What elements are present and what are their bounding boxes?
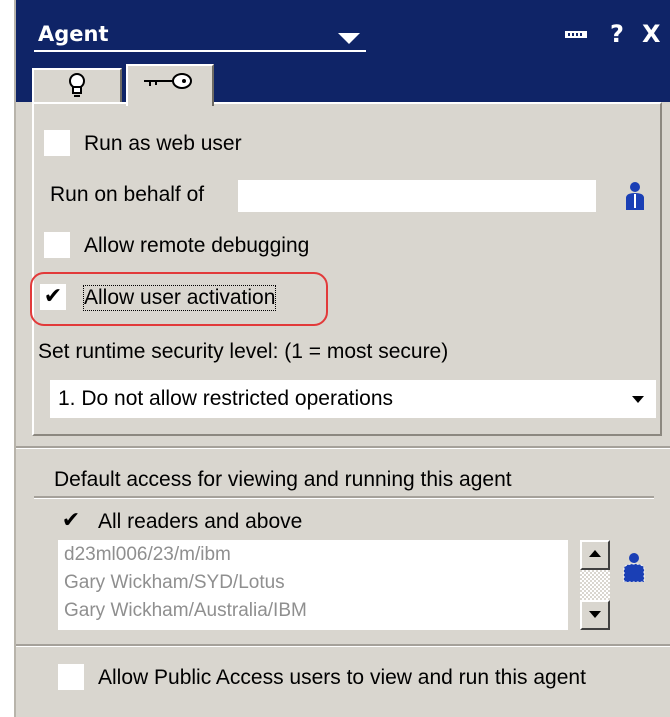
allow-remote-debugging-label: Allow remote debugging [84,234,310,257]
title-label: Agent [38,22,109,46]
scroll-track[interactable] [580,570,610,600]
arrow-up-icon [589,550,601,557]
runtime-security-value: 1. Do not allow restricted operations [58,387,394,410]
person-picker-icon[interactable] [624,180,646,210]
runtime-security-label: Set runtime security level: (1 = most se… [38,340,449,363]
tab-info[interactable] [32,68,122,102]
allow-remote-debugging-checkbox[interactable] [44,232,70,258]
default-access-heading: Default access for viewing and running t… [54,468,512,491]
scroll-down-button[interactable] [580,600,610,630]
key-icon [144,73,192,89]
public-access-label: Allow Public Access users to view and ru… [98,666,586,689]
title-dropdown-arrow-icon[interactable] [338,33,360,44]
run-on-behalf-of-label: Run on behalf of [50,183,205,206]
section-divider [16,446,670,449]
all-readers-checkbox[interactable]: ✔ [58,508,84,534]
title-underline [34,50,366,52]
scroll-up-button[interactable] [580,540,610,570]
run-on-behalf-of-input[interactable] [238,180,596,212]
close-icon[interactable]: X [642,20,661,48]
arrow-down-icon [589,611,601,618]
public-access-checkbox[interactable] [58,664,84,690]
allow-user-activation-checkbox[interactable]: ✔ [40,284,66,310]
list-item[interactable]: Gary Wickham/Australia/IBM [64,600,307,622]
list-item[interactable]: Gary Wickham/SYD/Lotus [64,572,285,594]
access-heading-divider [34,496,654,499]
run-as-web-user-label: Run as web user [84,132,242,155]
tab-security[interactable] [126,64,214,106]
help-icon[interactable]: ? [610,20,624,48]
chevron-down-icon [632,396,644,403]
lightbulb-icon [69,73,85,97]
readers-scrollbar[interactable] [580,540,610,630]
list-item[interactable]: d23ml006/23/m/ibm [64,544,231,566]
allow-user-activation-label: Allow user activation [82,285,277,311]
section-divider [16,644,670,647]
group-picker-icon[interactable] [620,552,648,582]
dock-grip-icon[interactable] [565,31,587,38]
readers-list[interactable]: d23ml006/23/m/ibm Gary Wickham/SYD/Lotus… [58,540,568,630]
runtime-security-select[interactable]: 1. Do not allow restricted operations [50,380,656,418]
run-as-web-user-checkbox[interactable] [44,130,70,156]
all-readers-label: All readers and above [98,510,303,533]
